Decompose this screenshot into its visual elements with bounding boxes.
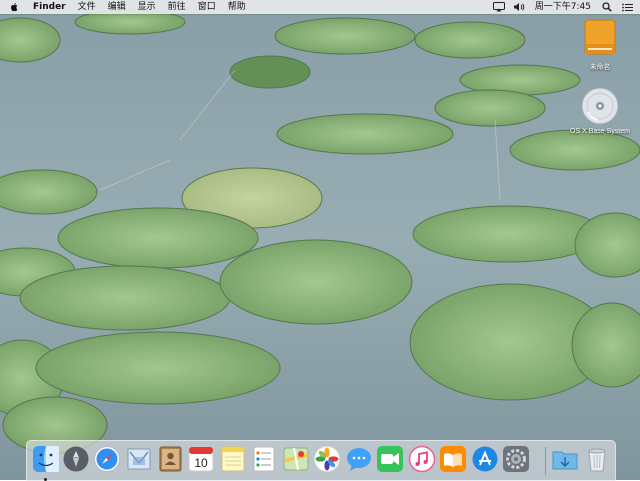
contacts-icon (159, 446, 182, 472)
volume-icon[interactable] (512, 0, 526, 14)
dock-item-safari[interactable] (93, 445, 121, 473)
apple-menu[interactable] (0, 0, 27, 14)
menu-help[interactable]: 帮助 (222, 0, 252, 14)
dock-item-itunes[interactable] (408, 445, 436, 473)
dock-item-ibooks[interactable] (439, 445, 467, 473)
desktop-icon-label: OS X Base System (570, 128, 630, 135)
dock-item-trash[interactable] (583, 445, 611, 473)
downloads-folder-icon (552, 451, 578, 470)
desktop-icon-untitled-drive[interactable]: 未命名 (555, 18, 640, 72)
menu-bar: Finder 文件 编辑 显示 前往 窗口 帮助 周一下午7:45 (0, 0, 640, 14)
dock-item-photos[interactable] (313, 445, 341, 473)
apple-logo-icon (11, 3, 18, 12)
status-area: 周一下午7:45 (489, 0, 640, 14)
dock-item-launchpad[interactable] (62, 445, 90, 473)
menu-go[interactable]: 前往 (162, 0, 192, 14)
dock-item-notes[interactable] (219, 445, 247, 473)
trash-icon (588, 448, 606, 472)
dock-item-contacts[interactable] (156, 445, 184, 473)
dock-item-system-preferences[interactable] (502, 445, 530, 473)
dock-item-app-store[interactable] (471, 445, 499, 473)
reminders-icon (253, 446, 275, 472)
dock: 10 (26, 440, 616, 481)
app-store-icon (472, 446, 498, 472)
external-drive-icon (584, 19, 616, 55)
desktop-wallpaper (0, 0, 640, 480)
menu-window[interactable]: 窗口 (192, 0, 222, 14)
launchpad-icon (63, 446, 89, 472)
dock-item-mail[interactable] (125, 445, 153, 473)
dock-item-facetime[interactable] (376, 445, 404, 473)
menubar-clock[interactable]: 周一下午7:45 (529, 0, 597, 14)
ibooks-icon (440, 446, 466, 472)
desktop-icon-label: 未命名 (589, 64, 611, 71)
calendar-date: 10 (194, 456, 208, 470)
notification-center-icon[interactable] (620, 0, 634, 14)
mail-icon (127, 448, 151, 470)
safari-icon (94, 446, 120, 472)
itunes-icon (408, 445, 436, 473)
menu-edit[interactable]: 编辑 (102, 0, 132, 14)
messages-icon (347, 448, 371, 471)
calendar-icon: 10 (188, 446, 214, 472)
dock-item-maps[interactable] (282, 445, 310, 473)
menu-view[interactable]: 显示 (132, 0, 162, 14)
dock-item-messages[interactable] (345, 445, 373, 473)
menu-file[interactable]: 文件 (72, 0, 102, 14)
finder-icon (33, 446, 59, 472)
dock-separator (545, 447, 546, 475)
dvd-disc-icon (581, 87, 619, 125)
facetime-icon (377, 446, 403, 472)
app-menu-finder[interactable]: Finder (27, 0, 72, 14)
notes-icon (221, 446, 245, 472)
dock-item-calendar[interactable]: 10 (187, 445, 215, 473)
dock-item-downloads[interactable] (551, 445, 579, 473)
photos-icon (314, 446, 340, 472)
airplay-icon[interactable] (492, 0, 506, 14)
dock-item-finder[interactable] (32, 445, 60, 481)
desktop-icon-os-x-base-system[interactable]: OS X Base System (555, 86, 640, 135)
maps-icon (283, 447, 309, 471)
dock-item-reminders[interactable] (250, 445, 278, 473)
spotlight-icon[interactable] (600, 0, 614, 14)
system-preferences-icon (503, 446, 529, 472)
